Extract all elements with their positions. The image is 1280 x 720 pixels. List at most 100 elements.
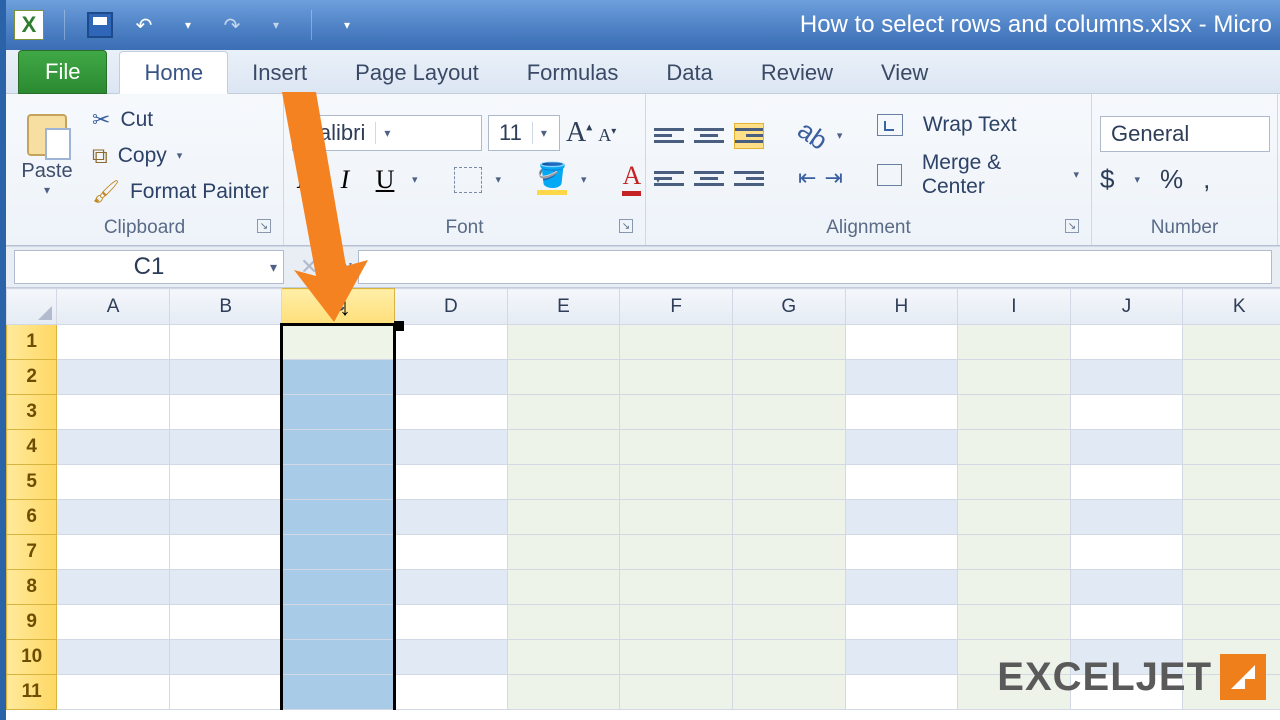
- tab-view[interactable]: View: [857, 52, 952, 93]
- cell-I6[interactable]: [958, 500, 1071, 535]
- cell-D9[interactable]: [395, 605, 508, 640]
- copy-button[interactable]: ⧉ Copy ▾: [88, 141, 273, 171]
- cell-G6[interactable]: [732, 500, 845, 535]
- fill-color-dropdown-icon[interactable]: ▾: [581, 173, 587, 186]
- cell-G9[interactable]: [732, 605, 845, 640]
- cell-H6[interactable]: [845, 500, 958, 535]
- cell-K7[interactable]: [1183, 535, 1280, 570]
- select-all-corner[interactable]: [7, 289, 57, 325]
- cell-E7[interactable]: [507, 535, 620, 570]
- cell-J9[interactable]: [1070, 605, 1183, 640]
- cell-B2[interactable]: [169, 360, 282, 395]
- column-header-F[interactable]: F: [620, 289, 733, 325]
- cell-J6[interactable]: [1070, 500, 1183, 535]
- cell-B4[interactable]: [169, 430, 282, 465]
- cell-C9[interactable]: [282, 605, 395, 640]
- cell-A11[interactable]: [57, 675, 170, 710]
- row-header-3[interactable]: 3: [7, 395, 57, 430]
- chevron-down-icon[interactable]: ▾: [532, 122, 555, 144]
- borders-button[interactable]: [454, 167, 482, 193]
- cut-button[interactable]: ✂ Cut: [88, 105, 273, 135]
- cell-F7[interactable]: [620, 535, 733, 570]
- cell-J8[interactable]: [1070, 570, 1183, 605]
- cell-J2[interactable]: [1070, 360, 1183, 395]
- cell-I8[interactable]: [958, 570, 1071, 605]
- cell-H4[interactable]: [845, 430, 958, 465]
- decrease-indent-button[interactable]: ⇤: [798, 165, 816, 191]
- cell-G4[interactable]: [732, 430, 845, 465]
- row-header-7[interactable]: 7: [7, 535, 57, 570]
- orientation-dropdown-icon[interactable]: ▾: [837, 129, 843, 142]
- cell-E8[interactable]: [507, 570, 620, 605]
- merge-dropdown-icon[interactable]: ▾: [1073, 168, 1079, 181]
- cell-E1[interactable]: [507, 325, 620, 360]
- cell-J1[interactable]: [1070, 325, 1183, 360]
- cell-K4[interactable]: [1183, 430, 1280, 465]
- cell-I4[interactable]: [958, 430, 1071, 465]
- cell-K2[interactable]: [1183, 360, 1280, 395]
- align-bottom-button[interactable]: [734, 123, 764, 149]
- cell-C4[interactable]: [282, 430, 395, 465]
- row-header-11[interactable]: 11: [7, 675, 57, 710]
- column-header-I[interactable]: I: [958, 289, 1071, 325]
- italic-button[interactable]: I: [332, 165, 358, 195]
- cell-D7[interactable]: [395, 535, 508, 570]
- cell-H5[interactable]: [845, 465, 958, 500]
- cell-G2[interactable]: [732, 360, 845, 395]
- cell-I2[interactable]: [958, 360, 1071, 395]
- format-painter-button[interactable]: 🖌 Format Painter: [88, 177, 273, 207]
- cell-A4[interactable]: [57, 430, 170, 465]
- paste-button[interactable]: Paste ▾: [14, 98, 80, 213]
- accounting-format-button[interactable]: $: [1100, 164, 1114, 195]
- cell-C3[interactable]: [282, 395, 395, 430]
- cell-A5[interactable]: [57, 465, 170, 500]
- font-name-combo[interactable]: Calibri ▾: [292, 115, 482, 151]
- align-middle-button[interactable]: [694, 123, 724, 149]
- column-header-K[interactable]: K: [1183, 289, 1280, 325]
- cell-H11[interactable]: [845, 675, 958, 710]
- cell-A9[interactable]: [57, 605, 170, 640]
- cell-F11[interactable]: [620, 675, 733, 710]
- cell-K9[interactable]: [1183, 605, 1280, 640]
- cell-E10[interactable]: [507, 640, 620, 675]
- copy-dropdown-icon[interactable]: ▾: [177, 149, 183, 162]
- row-header-2[interactable]: 2: [7, 360, 57, 395]
- fill-color-button[interactable]: 🪣: [537, 164, 567, 195]
- cell-A1[interactable]: [57, 325, 170, 360]
- orientation-button[interactable]: ab: [792, 115, 833, 157]
- cell-C2[interactable]: [282, 360, 395, 395]
- cell-K8[interactable]: [1183, 570, 1280, 605]
- cell-C1[interactable]: [282, 325, 395, 360]
- row-header-10[interactable]: 10: [7, 640, 57, 675]
- cell-A8[interactable]: [57, 570, 170, 605]
- number-format-combo[interactable]: General: [1100, 116, 1270, 152]
- name-box[interactable]: C1 ▾: [14, 250, 284, 284]
- decrease-font-size-button[interactable]: A▾: [598, 125, 616, 146]
- cell-C7[interactable]: [282, 535, 395, 570]
- cell-C10[interactable]: [282, 640, 395, 675]
- row-header-1[interactable]: 1: [7, 325, 57, 360]
- tab-formulas[interactable]: Formulas: [503, 52, 643, 93]
- merge-center-button[interactable]: Merge & Center ▾: [873, 149, 1083, 201]
- column-header-H[interactable]: H: [845, 289, 958, 325]
- formula-input[interactable]: [358, 250, 1272, 284]
- tab-insert[interactable]: Insert: [228, 52, 331, 93]
- font-dialog-launcher[interactable]: ↘: [619, 219, 633, 233]
- cell-E4[interactable]: [507, 430, 620, 465]
- cell-A3[interactable]: [57, 395, 170, 430]
- alignment-dialog-launcher[interactable]: ↘: [1065, 219, 1079, 233]
- undo-dropdown[interactable]: ▾: [173, 10, 203, 40]
- cell-B6[interactable]: [169, 500, 282, 535]
- formula-cancel-icon[interactable]: ✕: [300, 254, 318, 280]
- column-header-C[interactable]: C: [282, 289, 395, 325]
- cell-D11[interactable]: [395, 675, 508, 710]
- cell-D10[interactable]: [395, 640, 508, 675]
- fx-icon[interactable]: fx: [334, 254, 351, 281]
- comma-format-button[interactable]: ,: [1203, 164, 1210, 195]
- excel-app-icon[interactable]: X: [14, 10, 44, 40]
- row-header-5[interactable]: 5: [7, 465, 57, 500]
- cell-D3[interactable]: [395, 395, 508, 430]
- cell-J7[interactable]: [1070, 535, 1183, 570]
- cell-C6[interactable]: [282, 500, 395, 535]
- cell-H2[interactable]: [845, 360, 958, 395]
